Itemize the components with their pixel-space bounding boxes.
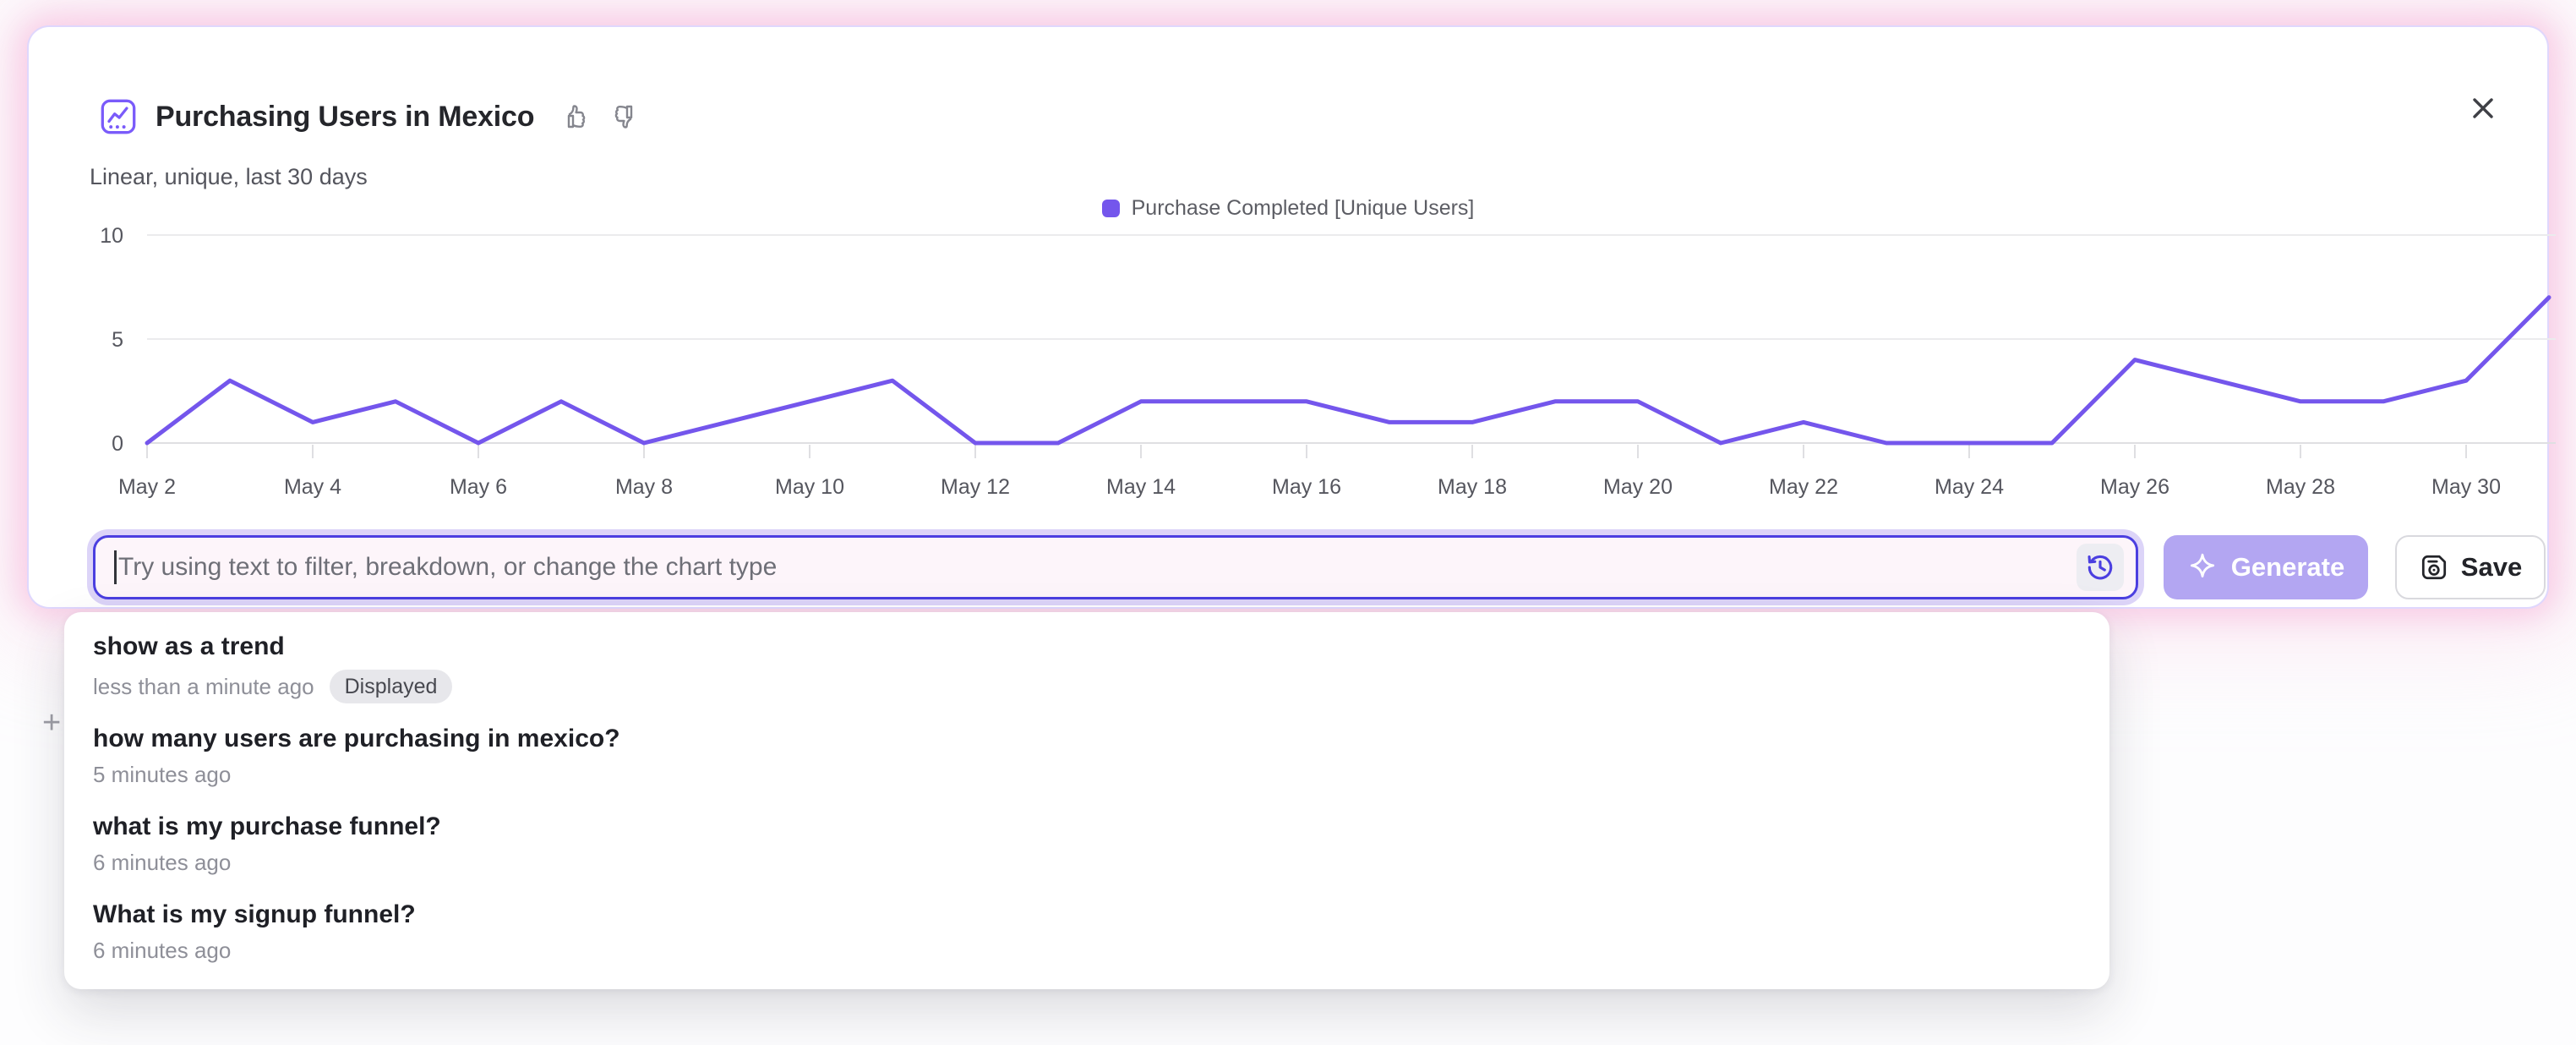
history-item[interactable]: what is my purchase funnel? 6 minutes ag… bbox=[64, 800, 2109, 888]
history-item[interactable]: What is my signup funnel? 6 minutes ago bbox=[64, 888, 2109, 976]
history-time: 6 minutes ago bbox=[93, 938, 231, 964]
svg-text:May 14: May 14 bbox=[1106, 475, 1176, 499]
text-caret bbox=[114, 550, 117, 584]
svg-text:May 28: May 28 bbox=[2266, 475, 2335, 499]
history-meta: 6 minutes ago bbox=[93, 938, 2081, 964]
page: Purchasing Users in Mexico Linear, uniqu… bbox=[0, 0, 2576, 1045]
save-icon bbox=[2419, 552, 2449, 583]
history-item[interactable]: how many users are purchasing in mexico?… bbox=[64, 712, 2109, 800]
svg-text:May 18: May 18 bbox=[1438, 475, 1507, 499]
ask-bar bbox=[93, 535, 2138, 599]
svg-text:May 20: May 20 bbox=[1603, 475, 1673, 499]
save-button[interactable]: Save bbox=[2395, 535, 2546, 599]
line-chart[interactable]: 0 5 10 May 2 May 4 May 6 May 8 May 10 May 12 May … bbox=[29, 27, 2576, 517]
history-time: 5 minutes ago bbox=[93, 762, 231, 788]
history-meta: less than a minute ago Displayed bbox=[93, 670, 2081, 703]
history-query: how many users are purchasing in mexico? bbox=[93, 725, 2081, 753]
svg-text:May 30: May 30 bbox=[2431, 475, 2501, 499]
plus-glyph[interactable]: + bbox=[42, 705, 61, 741]
generate-button[interactable]: Generate bbox=[2164, 535, 2368, 599]
svg-text:May 10: May 10 bbox=[775, 475, 844, 499]
ask-input[interactable] bbox=[118, 542, 2077, 593]
svg-text:May 16: May 16 bbox=[1272, 475, 1341, 499]
save-label: Save bbox=[2461, 552, 2522, 583]
history-query: show as a trend bbox=[93, 632, 2081, 661]
svg-text:May 24: May 24 bbox=[1935, 475, 2004, 499]
history-button[interactable] bbox=[2077, 544, 2124, 591]
generate-label: Generate bbox=[2231, 552, 2344, 583]
history-meta: 5 minutes ago bbox=[93, 762, 2081, 788]
svg-text:May 4: May 4 bbox=[284, 475, 341, 499]
history-meta: 6 minutes ago bbox=[93, 850, 2081, 876]
svg-text:May 8: May 8 bbox=[615, 475, 673, 499]
history-query: What is my signup funnel? bbox=[93, 900, 2081, 929]
history-item[interactable]: show as a trend less than a minute ago D… bbox=[64, 624, 2109, 712]
svg-text:5: 5 bbox=[112, 328, 123, 352]
history-time: less than a minute ago bbox=[93, 674, 314, 700]
svg-text:0: 0 bbox=[112, 432, 123, 456]
svg-text:May 6: May 6 bbox=[450, 475, 507, 499]
svg-text:May 26: May 26 bbox=[2100, 475, 2169, 499]
svg-text:May 12: May 12 bbox=[941, 475, 1010, 499]
history-time: 6 minutes ago bbox=[93, 850, 231, 876]
sparkle-icon bbox=[2187, 552, 2218, 583]
svg-text:10: 10 bbox=[100, 224, 123, 248]
history-clock-icon bbox=[2085, 552, 2115, 583]
svg-text:May 22: May 22 bbox=[1769, 475, 1838, 499]
history-dropdown: show as a trend less than a minute ago D… bbox=[64, 612, 2109, 989]
chart-card: Purchasing Users in Mexico Linear, uniqu… bbox=[27, 25, 2549, 609]
svg-text:May 2: May 2 bbox=[118, 475, 176, 499]
history-query: what is my purchase funnel? bbox=[93, 812, 2081, 841]
status-badge: Displayed bbox=[330, 670, 453, 703]
